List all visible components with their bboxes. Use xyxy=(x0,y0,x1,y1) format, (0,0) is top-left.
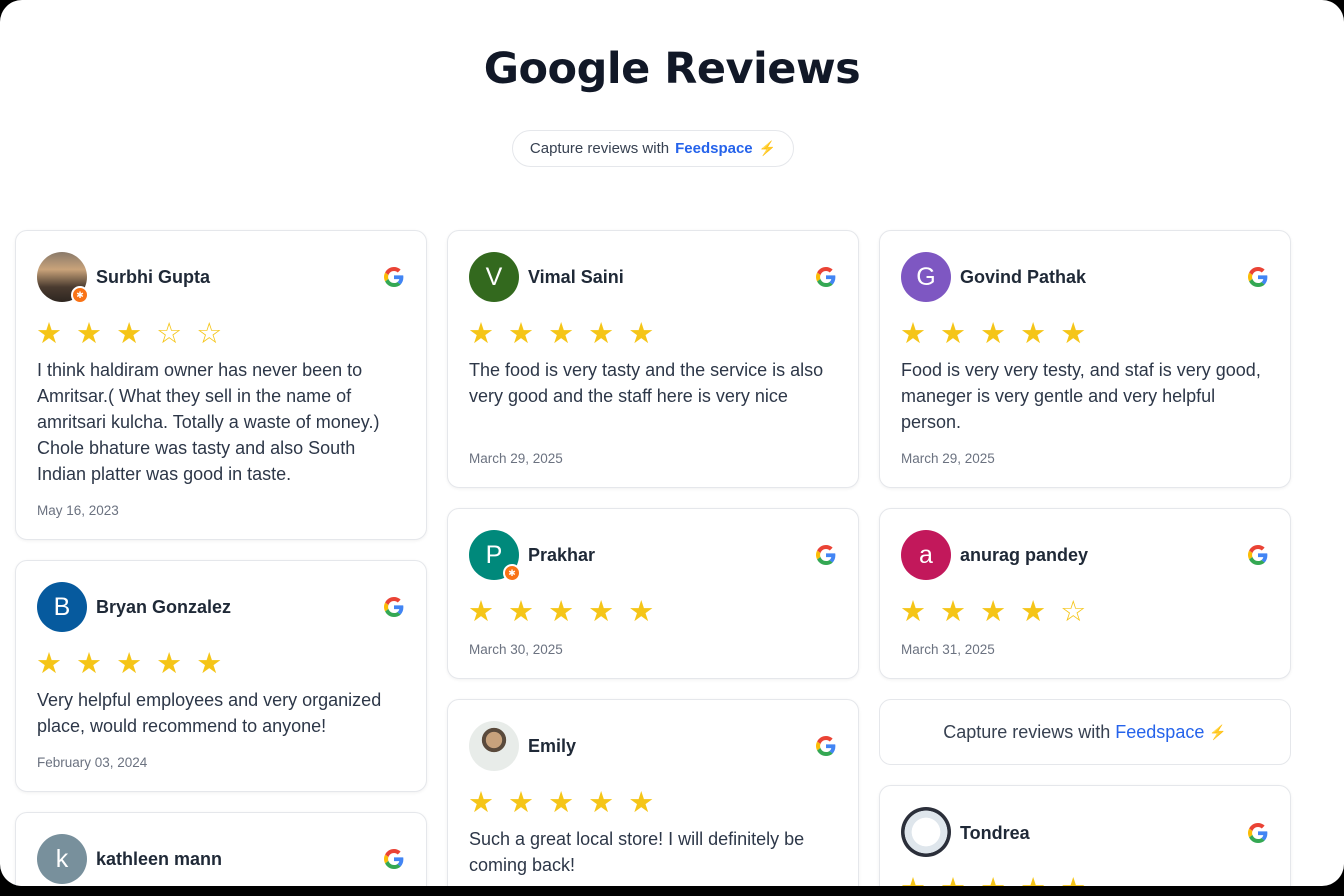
star-rating: ★ ★ ★ ★ ★ xyxy=(900,872,1089,886)
review-card[interactable]: a anurag pandey ★ ★ ★ ★ ☆ March 31, 2025 xyxy=(879,508,1291,679)
avatar-letter: P xyxy=(485,540,503,569)
feedspace-brand: Feedspace xyxy=(1115,721,1205,742)
feedspace-brand: Feedspace xyxy=(675,140,753,157)
review-card[interactable]: Emily ★ ★ ★ ★ ★ Such a great local store… xyxy=(447,699,859,886)
review-text: Very helpful employees and very organize… xyxy=(37,690,382,736)
bolt-icon: ⚡ xyxy=(758,140,777,156)
local-guide-badge-icon: ✱ xyxy=(503,564,521,582)
reviews-widget: Google Reviews Capture reviews with Feed… xyxy=(0,0,1344,886)
review-card[interactable]: Tondrea ★ ★ ★ ★ ★ xyxy=(879,785,1291,886)
review-date: February 03, 2024 xyxy=(37,755,148,770)
review-card[interactable]: V Vimal Saini ★ ★ ★ ★ ★ The food is very… xyxy=(447,230,859,488)
star-rating: ★ ★ ★ ★ ★ xyxy=(36,648,226,680)
avatar-letter: a xyxy=(919,540,933,569)
star-rating: ★ ★ ★ ★ ★ xyxy=(468,787,658,819)
reviewer-name: Govind Pathak xyxy=(960,267,1087,287)
avatar: G xyxy=(901,252,951,302)
capture-reviews-link[interactable]: Capture reviews with Feedspace ⚡ xyxy=(879,699,1291,765)
reviewer-name: anurag pandey xyxy=(960,545,1089,565)
local-guide-badge-icon: ✱ xyxy=(71,286,89,304)
star-rating: ★ ★ ★ ★ ★ xyxy=(468,596,658,628)
reviewer-name: Bryan Gonzalez xyxy=(96,597,232,617)
google-icon xyxy=(1248,823,1268,843)
review-text: Food is very very testy, and staf is ver… xyxy=(901,360,1261,432)
reviewer-name: Surbhi Gupta xyxy=(96,267,210,287)
review-text: Such a great local store! I will definit… xyxy=(469,829,805,875)
capture-reviews-link[interactable]: Capture reviews with Feedspace ⚡ xyxy=(512,130,794,167)
review-card[interactable]: B Bryan Gonzalez ★ ★ ★ ★ ★ Very helpful … xyxy=(15,560,427,792)
review-date: March 31, 2025 xyxy=(901,642,995,657)
avatar-letter: k xyxy=(55,844,69,873)
review-text: I think haldiram owner has never been to… xyxy=(37,360,380,484)
capture-prefix: Capture reviews with xyxy=(943,721,1111,742)
avatar xyxy=(901,807,951,857)
google-icon xyxy=(816,736,836,756)
review-date: March 30, 2025 xyxy=(469,642,563,657)
reviewer-name: kathleen mann xyxy=(96,849,223,869)
google-icon xyxy=(384,849,404,869)
review-card[interactable]: G Govind Pathak ★ ★ ★ ★ ★ Food is very v… xyxy=(879,230,1291,488)
google-icon xyxy=(1248,267,1268,287)
avatar: V xyxy=(469,252,519,302)
review-card[interactable]: P ✱ Prakhar ★ ★ ★ ★ ★ March 30, 2025 xyxy=(447,508,859,679)
reviewer-name: Emily xyxy=(528,736,577,756)
review-text: The food is very tasty and the service i… xyxy=(469,360,824,406)
avatar: k xyxy=(37,834,87,884)
google-icon xyxy=(384,597,404,617)
reviewer-name: Vimal Saini xyxy=(528,267,624,287)
bolt-icon: ⚡ xyxy=(1209,723,1227,740)
star-rating: ★ ★ ★ ★ ★ xyxy=(468,318,658,350)
review-date: March 29, 2025 xyxy=(901,451,995,466)
reviewer-name: Tondrea xyxy=(960,823,1030,843)
google-icon xyxy=(816,267,836,287)
avatar-letter: G xyxy=(916,262,936,291)
avatar-letter: B xyxy=(53,592,71,621)
review-date: March 29, 2025 xyxy=(469,451,563,466)
star-rating: ★ ★ ★ ★ ☆ xyxy=(900,596,1090,628)
google-icon xyxy=(1248,545,1268,565)
avatar-letter: V xyxy=(485,262,503,291)
star-rating: ★ ★ ★ ☆ ☆ xyxy=(36,318,226,350)
review-card[interactable]: ✱ Surbhi Gupta ★ ★ ★ ☆ ☆ I think haldira… xyxy=(15,230,427,540)
capture-prefix: Capture reviews with xyxy=(529,140,670,157)
review-date: May 16, 2023 xyxy=(37,503,119,518)
reviewer-name: Prakhar xyxy=(528,545,596,565)
avatar xyxy=(469,721,519,771)
star-rating: ★ ★ ★ ★ ★ xyxy=(900,318,1090,350)
avatar: B xyxy=(37,582,87,632)
page-title: Google Reviews xyxy=(483,44,861,94)
avatar: ✱ xyxy=(37,252,89,304)
google-icon xyxy=(384,267,404,287)
review-card[interactable]: k kathleen mann xyxy=(15,812,427,886)
google-icon xyxy=(816,545,836,565)
avatar: a xyxy=(901,530,951,580)
avatar: P ✱ xyxy=(469,530,521,582)
